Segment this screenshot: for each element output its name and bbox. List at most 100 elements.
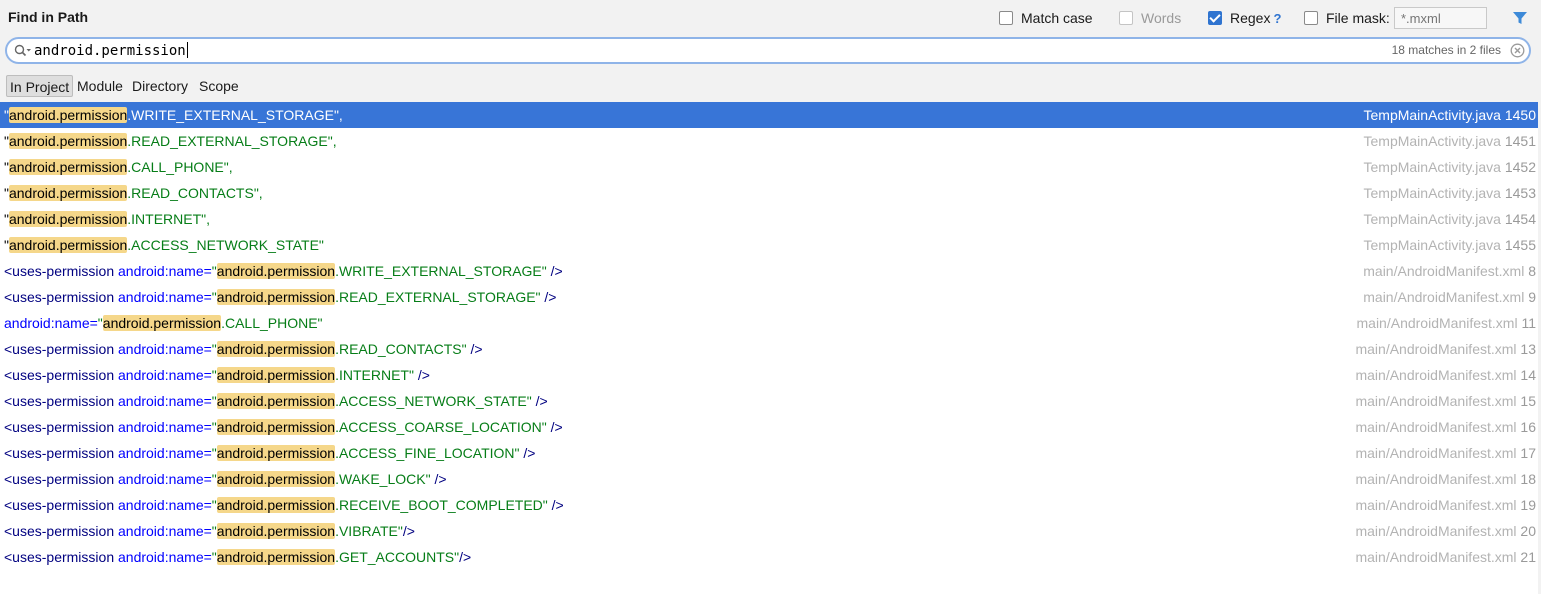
result-file: main/AndroidManifest.xml	[1355, 471, 1517, 487]
result-tag-close: />	[540, 289, 557, 305]
result-location: main/AndroidManifest.xml 14	[1355, 362, 1536, 388]
result-file: TempMainActivity.java	[1363, 133, 1501, 149]
result-location: main/AndroidManifest.xml 17	[1355, 440, 1536, 466]
result-row[interactable]: <uses-permission android:name="android.p…	[0, 518, 1541, 544]
result-match-highlight: android.permission	[216, 367, 336, 383]
result-row[interactable]: <uses-permission android:name="android.p…	[0, 258, 1541, 284]
result-file: main/AndroidManifest.xml	[1355, 549, 1517, 565]
filter-icon[interactable]	[1512, 10, 1528, 26]
result-line-number: 1453	[1504, 185, 1536, 201]
result-row[interactable]: "android.permission.READ_EXTERNAL_STORAG…	[0, 128, 1541, 154]
result-file: main/AndroidManifest.xml	[1363, 263, 1525, 279]
result-tag: <uses-permission	[4, 549, 118, 565]
scope-tab-module[interactable]: Module	[74, 75, 126, 97]
result-line-number: 11	[1521, 315, 1536, 331]
result-row[interactable]: "android.permission.INTERNET", TempMainAc…	[0, 206, 1541, 232]
result-row[interactable]: <uses-permission android:name="android.p…	[0, 544, 1541, 570]
result-row[interactable]: <uses-permission android:name="android.p…	[0, 362, 1541, 388]
result-text: .READ_EXTERNAL_STORAGE",	[127, 133, 337, 149]
result-code: "android.permission.ACCESS_NETWORK_STATE…	[4, 232, 324, 258]
result-row[interactable]: android:name="android.permission.CALL_PH…	[0, 310, 1541, 336]
result-code: <uses-permission android:name="android.p…	[4, 336, 483, 362]
result-code: <uses-permission android:name="android.p…	[4, 388, 548, 414]
result-location: TempMainActivity.java 1453	[1364, 180, 1537, 206]
result-tag: <uses-permission	[4, 263, 118, 279]
result-tag-close: />	[531, 393, 548, 409]
clear-icon[interactable]	[1510, 43, 1525, 58]
result-line-number: 17	[1520, 445, 1536, 461]
result-line-number: 14	[1520, 367, 1536, 383]
result-tag: <uses-permission	[4, 367, 118, 383]
result-row[interactable]: <uses-permission android:name="android.p…	[0, 492, 1541, 518]
file-mask-checkbox[interactable]	[1304, 11, 1318, 25]
result-row[interactable]: "android.permission.WRITE_EXTERNAL_STORA…	[0, 102, 1541, 128]
result-row[interactable]: "android.permission.READ_CONTACTS", TempM…	[0, 180, 1541, 206]
result-attribute: android:name=	[118, 419, 212, 435]
result-location: main/AndroidManifest.xml 20	[1355, 518, 1536, 544]
result-line-number: 1455	[1504, 237, 1536, 253]
result-row[interactable]: <uses-permission android:name="android.p…	[0, 388, 1541, 414]
result-tag: <uses-permission	[4, 341, 118, 357]
result-row[interactable]: <uses-permission android:name="android.p…	[0, 336, 1541, 362]
result-file: main/AndroidManifest.xml	[1356, 315, 1518, 331]
words-label: Words	[1141, 10, 1182, 26]
result-text: .CALL_PHONE",	[127, 159, 233, 175]
words-option[interactable]: Words	[1119, 8, 1181, 28]
result-row[interactable]: "android.permission.CALL_PHONE", TempMain…	[0, 154, 1541, 180]
search-field[interactable]: android.permission 18 matches in 2 files	[5, 37, 1531, 64]
match-case-label: Match case	[1021, 10, 1093, 26]
result-row[interactable]: <uses-permission android:name="android.p…	[0, 440, 1541, 466]
scope-tab-directory[interactable]: Directory	[129, 75, 191, 97]
results-list: "android.permission.WRITE_EXTERNAL_STORA…	[0, 102, 1541, 570]
result-match-highlight: android.permission	[216, 263, 336, 279]
result-line-number: 1452	[1504, 159, 1536, 175]
file-mask-option[interactable]: File mask:	[1304, 8, 1390, 28]
result-match-highlight: android.permission	[8, 185, 128, 201]
result-row[interactable]: <uses-permission android:name="android.p…	[0, 466, 1541, 492]
result-code: <uses-permission android:name="android.p…	[4, 362, 430, 388]
match-case-checkbox[interactable]	[999, 11, 1013, 25]
result-file: main/AndroidManifest.xml	[1355, 523, 1517, 539]
result-line-number: 13	[1520, 341, 1536, 357]
result-line-number: 9	[1528, 289, 1536, 305]
search-icon[interactable]	[14, 44, 32, 58]
regex-help-link[interactable]: ?	[1273, 11, 1281, 26]
result-tag-close: />	[430, 471, 447, 487]
result-text: .WAKE_LOCK"	[335, 471, 431, 487]
result-code: <uses-permission android:name="android.p…	[4, 440, 535, 466]
result-text: .WRITE_EXTERNAL_STORAGE",	[127, 107, 343, 123]
result-file: main/AndroidManifest.xml	[1355, 393, 1517, 409]
file-mask-input[interactable]	[1394, 7, 1487, 29]
result-location: main/AndroidManifest.xml 16	[1355, 414, 1536, 440]
result-code: "android.permission.READ_EXTERNAL_STORAG…	[4, 128, 337, 154]
result-text: .READ_EXTERNAL_STORAGE"	[335, 289, 541, 305]
result-match-highlight: android.permission	[8, 159, 128, 175]
result-row[interactable]: "android.permission.ACCESS_NETWORK_STATE…	[0, 232, 1541, 258]
regex-option[interactable]: Regex ?	[1208, 8, 1281, 28]
result-row[interactable]: <uses-permission android:name="android.p…	[0, 284, 1541, 310]
result-text: .ACCESS_NETWORK_STATE"	[335, 393, 532, 409]
result-attribute: android:name=	[118, 549, 212, 565]
scope-tab-scope[interactable]: Scope	[196, 75, 242, 97]
search-input[interactable]: android.permission	[34, 42, 188, 59]
result-attribute: android:name=	[118, 393, 212, 409]
result-attribute: android:name=	[118, 341, 212, 357]
result-location: TempMainActivity.java 1451	[1364, 128, 1537, 154]
result-match-highlight: android.permission	[216, 341, 336, 357]
result-text: .INTERNET"	[335, 367, 414, 383]
result-file: main/AndroidManifest.xml	[1355, 497, 1517, 513]
result-tag: <uses-permission	[4, 289, 118, 305]
regex-checkbox[interactable]	[1208, 11, 1222, 25]
match-case-option[interactable]: Match case	[999, 8, 1093, 28]
result-row[interactable]: <uses-permission android:name="android.p…	[0, 414, 1541, 440]
scope-tab-in-project[interactable]: In Project	[6, 75, 74, 97]
result-attribute: android:name=	[118, 445, 212, 461]
result-file: main/AndroidManifest.xml	[1363, 289, 1525, 305]
result-text: .INTERNET",	[127, 211, 211, 227]
words-checkbox[interactable]	[1119, 11, 1133, 25]
result-tag: <uses-permission	[4, 445, 118, 461]
result-line-number: 1454	[1504, 211, 1536, 227]
result-location: main/AndroidManifest.xml 9	[1363, 284, 1536, 310]
result-location: main/AndroidManifest.xml 21	[1355, 544, 1536, 570]
result-code: "android.permission.WRITE_EXTERNAL_STORA…	[4, 102, 343, 128]
